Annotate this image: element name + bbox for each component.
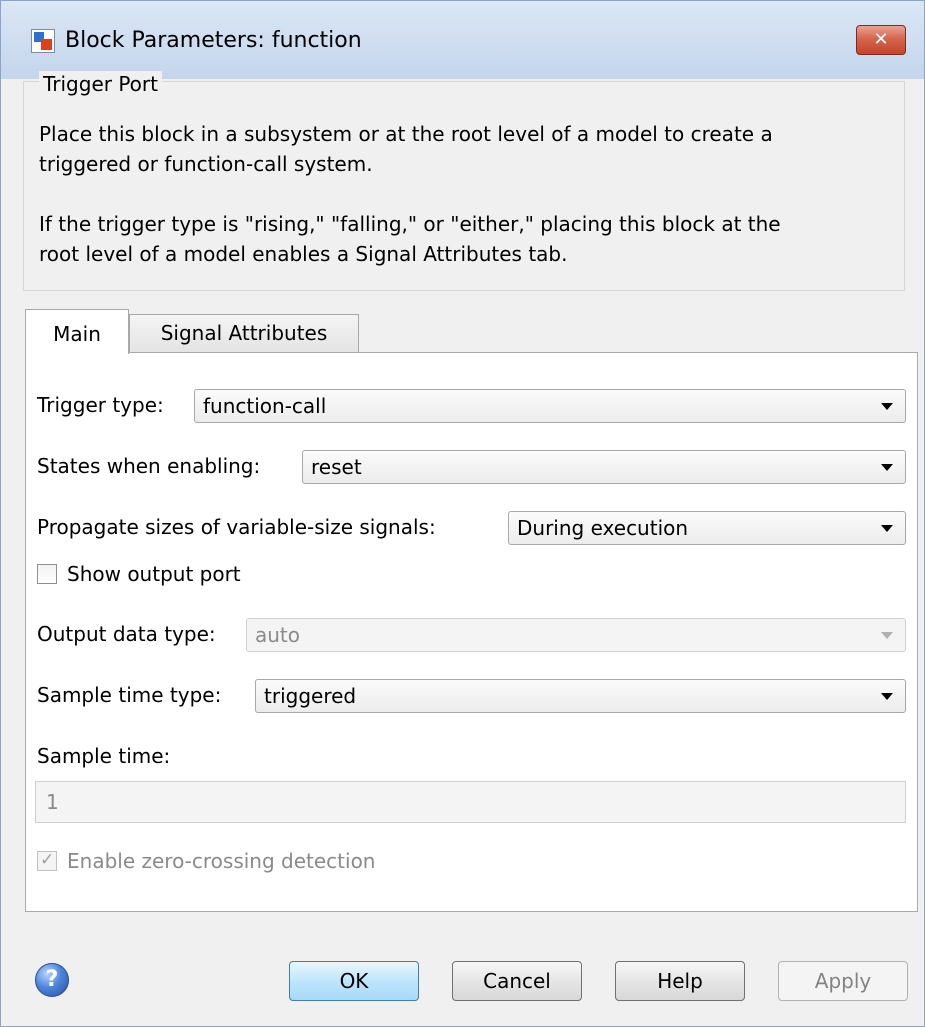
sample-time-input[interactable]: 1 [35,781,906,823]
ok-button[interactable]: OK [289,961,419,1001]
trigger-type-value: function-call [203,394,327,418]
states-when-enabling-label: States when enabling: [37,454,261,478]
dialog-window: Block Parameters: function ✕ Trigger Por… [0,0,925,1027]
sample-time-type-label: Sample time type: [37,683,222,707]
chevron-down-icon [881,464,893,471]
tab-label: Signal Attributes [160,321,328,345]
sample-time-type-value: triggered [264,684,357,708]
chevron-down-icon [881,525,893,532]
trigger-type-select[interactable]: function-call [194,389,906,423]
output-data-type-label: Output data type: [37,622,216,646]
chevron-down-icon [881,632,893,639]
checkmark-icon: ✓ [40,850,55,870]
tab-label: Main [53,322,101,346]
sample-time-label: Sample time: [37,744,171,768]
states-when-enabling-select[interactable]: reset [302,450,906,484]
states-when-enabling-value: reset [311,455,362,479]
sample-time-value: 1 [46,790,59,814]
propagate-sizes-label: Propagate sizes of variable-size signals… [37,515,436,539]
chevron-down-icon [881,403,893,410]
close-button[interactable]: ✕ [856,25,906,55]
cancel-button[interactable]: Cancel [452,961,582,1001]
tab-main[interactable]: Main [25,309,129,354]
zero-crossing-label: Enable zero-crossing detection [67,849,376,873]
show-output-port-label: Show output port [67,562,241,586]
propagate-sizes-select[interactable]: During execution [508,511,906,545]
propagate-sizes-value: During execution [517,516,689,540]
sample-time-type-select[interactable]: triggered [255,679,906,713]
chevron-down-icon [881,693,893,700]
trigger-type-label: Trigger type: [37,393,164,417]
help-icon-glyph: ? [45,967,59,992]
zero-crossing-checkbox[interactable]: ✓ [37,850,57,871]
apply-button[interactable]: Apply [778,961,908,1001]
title-bar[interactable]: Block Parameters: function ✕ [1,1,924,79]
tab-signal-attributes[interactable]: Signal Attributes [129,314,359,352]
close-icon: ✕ [873,29,889,50]
output-data-type-select[interactable]: auto [246,618,906,652]
help-button[interactable]: Help [615,961,745,1001]
help-icon[interactable]: ? [35,963,69,997]
group-title: Trigger Port [39,71,162,97]
block-description: Place this block in a subsystem or at th… [39,122,781,266]
show-output-port-checkbox[interactable] [37,564,57,584]
output-data-type-value: auto [255,623,301,647]
simulink-block-icon [31,29,55,53]
window-title: Block Parameters: function [65,28,362,53]
